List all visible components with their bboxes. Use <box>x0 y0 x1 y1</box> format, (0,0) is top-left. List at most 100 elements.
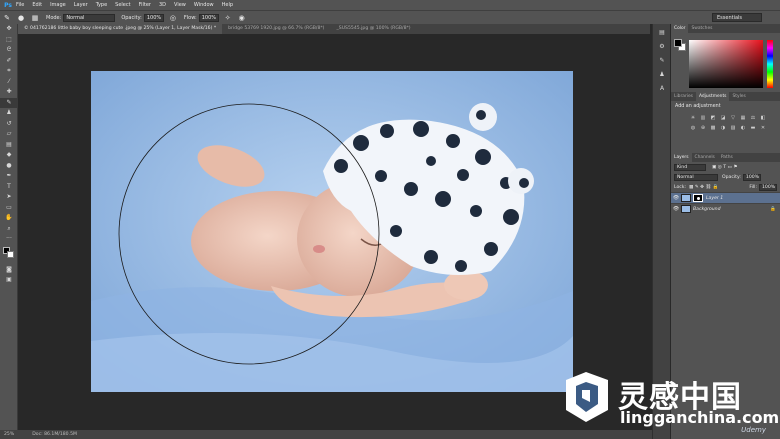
visibility-eye-icon[interactable]: 👁 <box>671 206 681 212</box>
lock-icons[interactable]: ▩ ✎ ✥ ⛓ 🔒 <box>689 185 718 190</box>
clone-source-panel-icon[interactable]: ♟ <box>655 70 669 80</box>
menu-layer[interactable]: Layer <box>74 2 88 8</box>
photo-filter-icon[interactable]: ◍ <box>689 124 697 132</box>
color-swatches-icon[interactable] <box>0 245 18 265</box>
layer-mask-thumbnail[interactable] <box>693 194 703 202</box>
move-tool-icon[interactable]: ✥ <box>0 24 18 35</box>
pressure-opacity-icon[interactable]: ◎ <box>168 13 178 23</box>
threshold-icon[interactable]: ◐ <box>739 124 747 132</box>
hand-tool-icon[interactable]: ✋ <box>0 213 18 224</box>
posterize-icon[interactable]: ▨ <box>729 124 737 132</box>
layer-name: Layer 1 <box>706 195 724 201</box>
visibility-eye-icon[interactable]: 👁 <box>671 195 681 201</box>
eyedropper-tool-icon[interactable]: ⁄ <box>0 77 18 88</box>
brush-tool-icon[interactable]: ✎ <box>0 97 18 108</box>
marquee-tool-icon[interactable]: ⬚ <box>0 35 18 46</box>
flow-field[interactable]: 100% <box>198 13 219 22</box>
tab-color[interactable]: Color <box>671 24 689 33</box>
healing-tool-icon[interactable]: ✚ <box>0 87 18 98</box>
more-tools-icon[interactable]: ··· <box>0 234 18 245</box>
document-canvas[interactable] <box>91 71 573 392</box>
gradient-map-icon[interactable]: ▬ <box>749 124 757 132</box>
vibrance-icon[interactable]: ▽ <box>729 114 737 122</box>
tab-libraries[interactable]: Libraries <box>671 92 696 101</box>
menu-image[interactable]: Image <box>50 2 66 8</box>
color-lookup-icon[interactable]: ▩ <box>709 124 717 132</box>
shape-tool-icon[interactable]: ▭ <box>0 203 18 214</box>
lasso-tool-icon[interactable]: ᘓ <box>0 45 18 56</box>
brush-panel-icon[interactable]: ✎ <box>655 56 669 66</box>
opacity-field[interactable]: 100% <box>143 13 164 22</box>
layer-row-layer-1[interactable]: 👁 Layer 1 <box>671 192 780 203</box>
properties-panel-icon[interactable]: ⚙ <box>655 42 669 52</box>
gradient-tool-icon[interactable]: ▤ <box>0 140 18 151</box>
tab-adjustments[interactable]: Adjustments <box>695 92 730 101</box>
menu-select[interactable]: Select <box>115 2 130 8</box>
canvas-area[interactable] <box>18 34 650 430</box>
menu-view[interactable]: View <box>174 2 186 8</box>
selective-color-icon[interactable]: ✕ <box>759 124 767 132</box>
blend-mode-select[interactable]: Normal <box>674 173 718 181</box>
black-white-icon[interactable]: ◧ <box>759 114 767 122</box>
brightness-icon[interactable]: ☀ <box>689 114 697 122</box>
pressure-size-icon[interactable]: ◉ <box>237 13 247 23</box>
path-select-tool-icon[interactable]: ➤ <box>0 192 18 203</box>
tab-baby-photo[interactable]: © 041762186 little baby boy sleeping cut… <box>18 24 223 34</box>
tab-paths[interactable]: Paths <box>718 153 736 162</box>
eraser-tool-icon[interactable]: ▱ <box>0 129 18 140</box>
brush-preset-icon[interactable]: ● <box>16 13 26 23</box>
hue-slider[interactable] <box>767 40 773 88</box>
menu-3d[interactable]: 3D <box>159 2 166 8</box>
workspace-select[interactable]: Essentials <box>712 13 762 22</box>
menu-filter[interactable]: Filter <box>139 2 151 8</box>
menu-help[interactable]: Help <box>222 2 233 8</box>
layer-opacity-field[interactable]: 100% <box>742 173 761 181</box>
tools-panel: ✥ ⬚ ᘓ ✐ ⌗ ⁄ ✚ ✎ ♟ ↺ ▱ ▤ ◆ ● ✒ T ➤ ▭ ✋ ⌕ … <box>0 24 18 430</box>
menu-type[interactable]: Type <box>96 2 107 8</box>
tab-channels[interactable]: Channels <box>692 153 718 162</box>
airbrush-icon[interactable]: ✧ <box>223 13 233 23</box>
type-tool-icon[interactable]: T <box>0 182 18 193</box>
levels-icon[interactable]: ▥ <box>699 114 707 122</box>
brush-panel-icon[interactable]: ▦ <box>30 13 40 23</box>
filter-icons[interactable]: ▣ ◎ T ▭ ⚑ <box>712 165 737 170</box>
doc-size[interactable]: Doc: 86.1M/180.5M <box>32 432 77 437</box>
layer-row-background[interactable]: 👁 Background 🔒 <box>671 203 780 214</box>
character-panel-icon[interactable]: A <box>655 84 669 94</box>
history-brush-tool-icon[interactable]: ↺ <box>0 119 18 130</box>
quick-select-tool-icon[interactable]: ✐ <box>0 56 18 67</box>
history-panel-icon[interactable]: ▤ <box>655 28 669 38</box>
mode-select[interactable]: Normal <box>63 13 116 22</box>
zoom-tool-icon[interactable]: ⌕ <box>0 224 18 235</box>
tab-bridge-photo[interactable]: bridge 53769 1920.jpg @ 66.7% (RGB/8*) <box>222 24 330 34</box>
curves-icon[interactable]: ◩ <box>709 114 717 122</box>
color-balance-icon[interactable]: ⚖ <box>749 114 757 122</box>
tab-swatches[interactable]: Swatches <box>688 24 715 33</box>
dodge-tool-icon[interactable]: ● <box>0 161 18 172</box>
menu-window[interactable]: Window <box>194 2 214 8</box>
quick-mask-icon[interactable]: ◙ <box>0 265 18 276</box>
zoom-level[interactable]: 25% <box>4 432 14 437</box>
color-picker-field[interactable] <box>689 40 763 88</box>
screen-mode-icon[interactable]: ▣ <box>0 275 18 286</box>
hue-saturation-icon[interactable]: ▦ <box>739 114 747 122</box>
pen-tool-icon[interactable]: ✒ <box>0 171 18 182</box>
exposure-icon[interactable]: ◪ <box>719 114 727 122</box>
stamp-tool-icon[interactable]: ♟ <box>0 108 18 119</box>
blur-tool-icon[interactable]: ◆ <box>0 150 18 161</box>
tab-layers[interactable]: Layers <box>671 153 692 162</box>
tab-sus-photo[interactable]: _SUS5545.jpg @ 100% (RGB/8*) <box>330 24 416 34</box>
crop-tool-icon[interactable]: ⌗ <box>0 66 18 77</box>
fill-field[interactable]: 100% <box>759 183 777 191</box>
kind-filter-select[interactable]: Kind <box>674 163 706 171</box>
foreground-color-swatch[interactable] <box>674 39 682 47</box>
channel-mixer-icon[interactable]: ⊕ <box>699 124 707 132</box>
document-tabs: © 041762186 little baby boy sleeping cut… <box>18 24 650 34</box>
tab-styles[interactable]: Styles <box>729 92 748 101</box>
flow-label: Flow: <box>183 14 197 21</box>
menu-file[interactable]: File <box>16 2 24 8</box>
invert-icon[interactable]: ◑ <box>719 124 727 132</box>
menu-edit[interactable]: Edit <box>32 2 42 8</box>
lock-icon: 🔒 <box>770 206 776 212</box>
brush-tool-icon[interactable]: ✎ <box>2 13 12 23</box>
